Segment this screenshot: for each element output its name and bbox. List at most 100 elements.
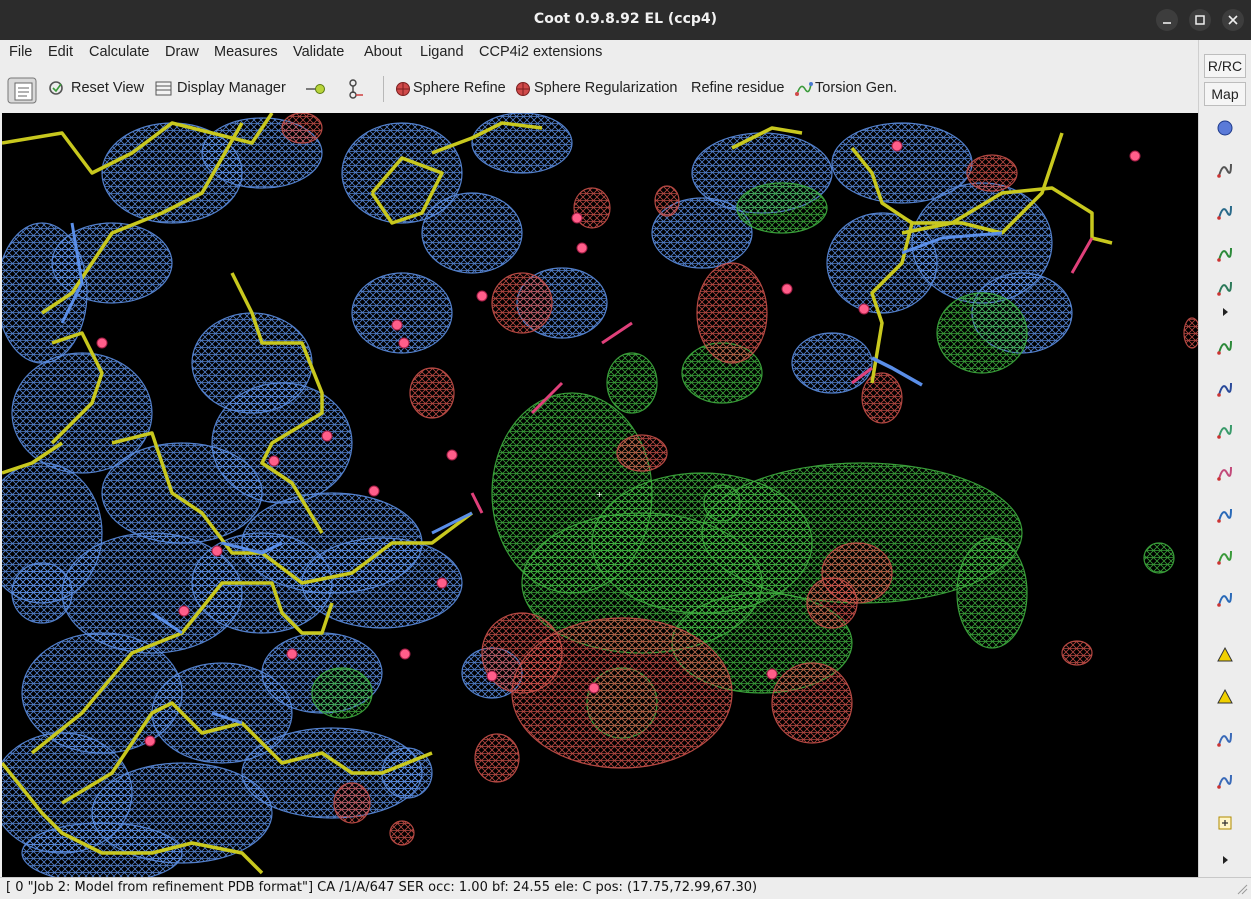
refine-residue-button[interactable]: Refine residue (691, 80, 785, 96)
add-atom-icon[interactable] (1217, 646, 1233, 662)
side-chain-icon[interactable] (1217, 550, 1232, 565)
mutate-icon[interactable] (1217, 592, 1232, 607)
model-toolbar-icons (1217, 120, 1233, 864)
water-atom (399, 648, 411, 660)
flip-icon[interactable] (1217, 382, 1232, 397)
density-blob (474, 733, 520, 783)
close-button[interactable] (1222, 9, 1244, 31)
molecular-graphics-viewport[interactable]: + (2, 113, 1198, 877)
reset-view-icon (49, 81, 63, 95)
density-blob (1183, 317, 1198, 349)
menu-measures[interactable]: Measures (214, 44, 278, 60)
minimize-button[interactable] (1156, 9, 1178, 31)
water-atom (321, 430, 333, 442)
anchor-icon[interactable] (1217, 205, 1232, 220)
display-manager-icon (155, 81, 172, 96)
menu-draw[interactable]: Draw (165, 44, 199, 60)
water-atom (178, 605, 190, 617)
density-blob (703, 484, 741, 522)
density-blob (616, 434, 668, 472)
delete-icon[interactable] (1217, 688, 1233, 704)
density-blob (11, 562, 73, 624)
density-blob (771, 662, 853, 744)
water-atom (436, 577, 448, 589)
more-arrow-icon[interactable] (1223, 308, 1228, 316)
water-atom (391, 319, 403, 331)
water-atom (571, 212, 583, 224)
density-blob (861, 372, 903, 424)
density-blob (936, 292, 1028, 374)
edit-chi-icon[interactable] (1217, 508, 1232, 523)
target-icon[interactable] (1217, 163, 1232, 178)
torsion-gen-icon (795, 82, 813, 96)
density-blob (1061, 640, 1093, 666)
water-atom (211, 545, 223, 557)
sphere-regularization-button[interactable]: Sphere Regularization (534, 80, 677, 96)
menu-file[interactable]: File (9, 44, 32, 60)
maximize-button[interactable] (1189, 9, 1211, 31)
menu-validate[interactable]: Validate (293, 44, 344, 60)
density-blob (409, 367, 455, 419)
water-atom (268, 455, 280, 467)
density-blob (389, 820, 415, 846)
menu-about[interactable]: About (364, 44, 402, 60)
display-manager-button[interactable]: Display Manager (177, 80, 286, 96)
status-text: [ 0 "Job 2: Model from refinement PDB fo… (6, 880, 758, 895)
menu-ccp4i2-extensions[interactable]: CCP4i2 extensions (479, 44, 602, 60)
density-blob (654, 185, 680, 217)
water-atom (398, 337, 410, 349)
water-atom (781, 283, 793, 295)
menu-calculate[interactable]: Calculate (89, 44, 149, 60)
density-blob (966, 154, 1018, 192)
sphere-regularization-icon (516, 82, 530, 96)
water-atom (858, 303, 870, 315)
rotate-icon[interactable] (1217, 120, 1233, 136)
rigid-body-icon[interactable] (1217, 247, 1232, 262)
coot-window: Coot 0.9.8.92 EL (ccp4) File Edit Calcul… (0, 0, 1251, 899)
pointer-icon[interactable] (1217, 732, 1232, 747)
place-atom-icon[interactable] (1218, 816, 1232, 830)
undo-icon[interactable] (1217, 774, 1232, 789)
maximize-icon (1195, 15, 1205, 25)
sphere-refine-button[interactable]: Sphere Refine (413, 80, 506, 96)
rotamer-icon[interactable] (1217, 466, 1232, 481)
model-toolbar: R/RC Map (1198, 40, 1251, 877)
reset-view-button[interactable]: Reset View (71, 80, 144, 96)
density-blob (736, 182, 828, 234)
water-atom (446, 449, 458, 461)
water-atom (486, 670, 498, 682)
toolbar-separator (383, 76, 384, 102)
density-blob (491, 272, 553, 334)
backrub-icon[interactable] (1217, 424, 1232, 439)
density-blob (956, 537, 1028, 649)
status-bar: [ 0 "Job 2: Model from refinement PDB fo… (0, 877, 1251, 899)
density-blob (696, 262, 768, 364)
water-atom (891, 140, 903, 152)
water-atom (588, 682, 600, 694)
model-bond (601, 321, 633, 345)
water-atom (1129, 150, 1141, 162)
resize-grip-icon[interactable] (1236, 883, 1248, 895)
add-terminal-icon[interactable] (1217, 281, 1232, 296)
torsion-gen-button[interactable]: Torsion Gen. (815, 80, 897, 96)
density-blob (1143, 542, 1175, 574)
density-blob (606, 352, 658, 414)
water-atom (286, 648, 298, 660)
menu-ligand[interactable]: Ligand (420, 44, 464, 60)
distance-icon[interactable] (346, 78, 366, 100)
main-toolbar: Reset View Display Manager Sphere Refine… (0, 66, 1198, 112)
title-bar: Coot 0.9.8.92 EL (ccp4) (0, 0, 1251, 40)
density-blob (333, 782, 371, 824)
density-blob (791, 332, 873, 394)
minimize-icon (1163, 22, 1171, 24)
file-browser-icon[interactable] (6, 74, 40, 106)
more-arrow-icon-2[interactable] (1223, 856, 1228, 864)
regularize-icon[interactable] (1217, 340, 1232, 355)
water-atom (368, 485, 380, 497)
density-blob (471, 113, 573, 174)
water-atom (766, 668, 778, 680)
menu-edit[interactable]: Edit (48, 44, 73, 60)
go-to-atom-icon[interactable] (305, 80, 327, 98)
model-bond (470, 492, 484, 514)
water-atom (96, 337, 108, 349)
